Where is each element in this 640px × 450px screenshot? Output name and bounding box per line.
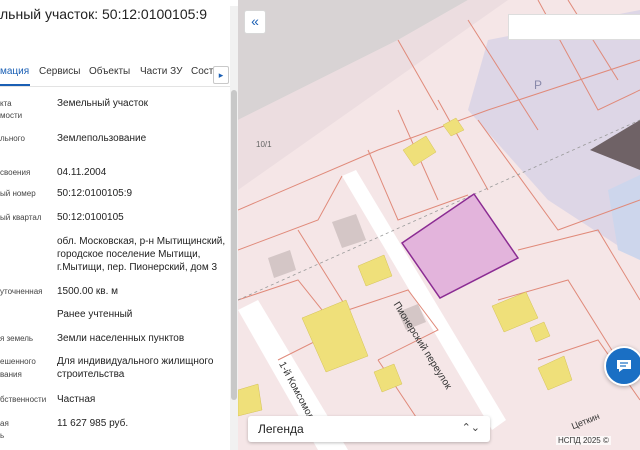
tab-composition[interactable]: Сост	[191, 66, 213, 77]
tab-parts[interactable]: Части ЗУ	[140, 66, 182, 77]
field-label: ая	[0, 419, 9, 428]
field-value-address-line2: городское поселение Мытищи,	[57, 249, 201, 260]
field-label: ый номер	[0, 189, 36, 198]
page-title: льный участок: 50:12:0100105:9	[0, 6, 208, 22]
field-value-cadastral-number: 50:12:0100105:9	[57, 188, 133, 199]
field-label: ешенного	[0, 357, 36, 366]
field-label: вания	[0, 370, 22, 379]
field-label: кта	[0, 99, 12, 108]
map-view[interactable]: 10/1 P Пионерский переулок 1-й Комсомол …	[238, 0, 640, 450]
field-value-cadastral-value: 11 627 985 руб.	[57, 418, 129, 429]
tab-services[interactable]: Сервисы	[39, 66, 80, 77]
speech-bubble-icon	[617, 360, 631, 372]
panel-scrollbar-thumb[interactable]	[231, 90, 237, 400]
legend-label: Легенда	[258, 422, 304, 436]
field-value-status: Ранее учтенный	[57, 309, 133, 320]
legend-dropdown[interactable]: Легенда ⌃⌄	[248, 416, 490, 442]
tabs-next-button[interactable]: ▸	[213, 66, 229, 84]
active-tab-indicator	[0, 84, 30, 86]
field-label: уточненная	[0, 287, 43, 296]
field-value-subtype: Землепользование	[57, 133, 147, 144]
field-value-land-category: Земли населенных пунктов	[57, 333, 185, 344]
field-value-permitted-use-line2: строительства	[57, 369, 125, 380]
field-value-cadastral-quarter: 50:12:0100105	[57, 212, 124, 223]
tab-objects[interactable]: Объекты	[89, 66, 130, 77]
field-label: бственности	[0, 395, 47, 404]
field-value-object-type: Земельный участок	[57, 98, 149, 109]
tab-bar: мация Сервисы Объекты Части ЗУ Сост	[0, 58, 232, 87]
field-label: льного	[0, 134, 25, 143]
parking-label: P	[534, 78, 543, 92]
field-value-address-line3: г.Мытищи, пер. Пионерский, дом 3	[57, 262, 218, 273]
field-label: мости	[0, 111, 23, 120]
field-value-ownership: Частная	[57, 394, 96, 405]
field-label: я земель	[0, 334, 34, 343]
parcel-number-label: 10/1	[256, 140, 272, 149]
copyright-label: НСПД 2025 ©	[556, 436, 611, 445]
field-label: ый квартал	[0, 213, 42, 222]
tab-information[interactable]: мация	[0, 66, 29, 77]
field-value-address: обл. Московская, р-н Мытищинский,	[57, 236, 226, 247]
field-value-area: 1500.00 кв. м	[57, 286, 119, 297]
map-search-input[interactable]	[508, 14, 640, 40]
field-value-permitted-use: Для индивидуального жилищного	[57, 356, 214, 367]
info-panel: льный участок: 50:12:0100105:9 мация Сер…	[0, 0, 232, 450]
field-value-date: 04.11.2004	[57, 167, 107, 178]
chevron-up-down-icon: ⌃⌄	[461, 422, 480, 434]
panel-scrollbar[interactable]	[230, 6, 238, 450]
chat-button[interactable]	[604, 346, 640, 386]
field-label: ь	[0, 431, 5, 440]
field-label: своения	[0, 168, 31, 177]
collapse-panel-button[interactable]: «	[244, 10, 266, 34]
